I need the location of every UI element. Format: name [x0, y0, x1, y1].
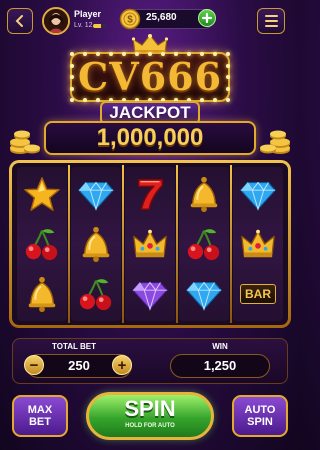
symbol-bar: BAR: [233, 269, 283, 319]
player-name: Player: [74, 9, 102, 19]
reel-separator: [230, 165, 232, 323]
cherry-icon: [25, 229, 58, 261]
star-icon: [24, 177, 60, 211]
reel-separator: [68, 165, 70, 323]
decrease-bet-button[interactable]: −: [24, 355, 44, 375]
symbol-bell: [17, 269, 67, 319]
diamond-blue-icon: [240, 181, 276, 211]
level-progress-bar: [93, 24, 107, 28]
symbol-seven: [125, 169, 175, 219]
cherry-icon: [79, 279, 112, 311]
total-bet-value: 250: [68, 358, 90, 373]
bell-icon: [82, 226, 110, 263]
symbol-diamond-purple: [125, 269, 175, 319]
coin-stack-icon: [10, 130, 40, 154]
diamond-purple-icon: [132, 281, 168, 311]
seven-icon: [137, 178, 164, 210]
total-bet-label: TOTAL BET: [52, 342, 96, 351]
bell-icon: [28, 276, 56, 313]
chevron-left-icon: [15, 15, 23, 27]
add-coins-button[interactable]: [198, 9, 216, 27]
avatar[interactable]: [42, 7, 70, 35]
symbol-cherry: [71, 269, 121, 319]
crown-icon: [133, 229, 167, 258]
symbol-diamond-blue: [233, 169, 283, 219]
symbol-bell: [71, 219, 121, 269]
coin-stack-icon: [260, 130, 290, 154]
spin-hint: HOLD FOR AUTO: [125, 423, 175, 429]
plus-icon: [202, 13, 212, 23]
player-level: Lv. 12: [74, 22, 93, 29]
menu-button[interactable]: [257, 8, 285, 34]
bell-icon: [190, 176, 218, 213]
reel-2: [71, 167, 121, 321]
reel-1: [17, 167, 67, 321]
diamond-blue-icon: [78, 181, 114, 211]
cherry-icon: [187, 229, 220, 261]
symbol-diamond-blue: [179, 269, 229, 319]
symbol-cherry: [17, 219, 67, 269]
symbol-crown: [125, 219, 175, 269]
reel-5: BAR: [233, 167, 283, 321]
bar-symbol: BAR: [240, 284, 276, 304]
reel-separator: [176, 165, 178, 323]
reel-separator: [122, 165, 124, 323]
reel-4: [179, 167, 229, 321]
max-bet-button[interactable]: MAX BET: [12, 395, 68, 437]
diamond-blue-icon: [186, 281, 222, 311]
game-logo: CV666: [77, 54, 223, 99]
win-value: 1,250: [203, 358, 237, 373]
reel-frame: BAR: [9, 160, 291, 328]
reel-window: BAR: [12, 163, 288, 325]
jackpot-amount: 1,000,000: [96, 124, 204, 151]
win-label: WIN: [212, 342, 228, 351]
auto-spin-button[interactable]: AUTO SPIN: [232, 395, 288, 437]
reel-3: [125, 167, 175, 321]
menu-icon: [264, 15, 278, 17]
increase-bet-button[interactable]: +: [112, 355, 132, 375]
back-button[interactable]: [7, 8, 33, 34]
spin-label: SPIN: [124, 396, 176, 421]
symbol-cherry: [179, 219, 229, 269]
symbol-crown: [233, 219, 283, 269]
coin-icon: $: [119, 8, 141, 30]
symbol-bell: [179, 169, 229, 219]
player-avatar-icon: [44, 9, 68, 33]
symbol-diamond-blue: [71, 169, 121, 219]
svg-text:$: $: [127, 15, 133, 26]
level-progress-fill: [93, 24, 101, 28]
crown-icon: [241, 229, 275, 258]
coin-balance: 25,680: [146, 12, 177, 23]
symbol-star: [17, 169, 67, 219]
